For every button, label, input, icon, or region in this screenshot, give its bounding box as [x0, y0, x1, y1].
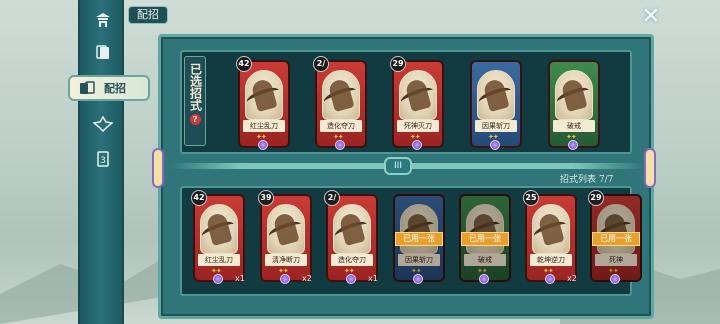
sidebar-item-scroll[interactable]: 3 [86, 145, 120, 173]
card-gem-icon [213, 274, 223, 284]
card-gem-icon [346, 274, 356, 284]
card-name: 红尘乱刀 [243, 120, 285, 132]
sidebar-item-loadout[interactable]: 配招 [68, 75, 150, 101]
sidebar-item-deck[interactable] [86, 38, 120, 66]
selected-card[interactable]: 破戒 ✦✦ [548, 60, 600, 148]
sidebar-item-pagoda[interactable] [86, 6, 120, 34]
card-gem-icon [610, 274, 620, 284]
card-name: 死神灭刀 [397, 120, 439, 132]
selected-card[interactable]: 红尘乱刀 ✦✦ [238, 60, 290, 148]
sidebar: 3 [78, 0, 124, 324]
used-badge: 已用一张 [395, 232, 443, 246]
card-gem-icon [412, 140, 422, 150]
card-count: x1 [368, 274, 378, 283]
scroll-card-icon: 3 [97, 151, 109, 167]
card-name: 造化夺刀 [331, 254, 373, 266]
card-cost-badge: 2/ [324, 190, 340, 206]
used-badge: 已用一张 [461, 232, 509, 246]
card-name: 破戒 [553, 120, 595, 132]
svg-text:3: 3 [100, 156, 106, 166]
card-cost-badge: 29 [588, 190, 604, 206]
card-name: 破戒 [464, 254, 506, 266]
selected-card[interactable]: 因果斩刀 ✦✦ [470, 60, 522, 148]
card-gem-icon [490, 140, 500, 150]
page-title: 配招 [128, 6, 168, 24]
card-cost-badge: 25 [523, 190, 539, 206]
selected-card[interactable]: 死神灭刀 ✦✦ [392, 60, 444, 148]
list-card[interactable]: 红尘乱刀 ✦✦ [193, 194, 245, 282]
card-cost-badge: 42 [191, 190, 207, 206]
card-cost-badge: 39 [258, 190, 274, 206]
card-count: x2 [567, 274, 577, 283]
list-card[interactable]: 造化夺刀 ✦✦ [326, 194, 378, 282]
card-gem-icon [413, 274, 423, 284]
selected-card[interactable]: 造化夺刀 ✦✦ [315, 60, 367, 148]
list-card[interactable]: 乾坤逆刀 ✦✦ [525, 194, 577, 282]
card-deck-icon [96, 45, 109, 59]
crest-icon [93, 116, 113, 132]
card-cost-badge: 42 [236, 56, 252, 72]
sidebar-item-label: 配招 [104, 82, 126, 95]
card-count: x1 [235, 274, 245, 283]
divider-tab[interactable]: III [384, 157, 412, 175]
card-name: 清净断刀 [265, 254, 307, 266]
close-button[interactable]: ✕ [640, 6, 662, 28]
frame-left-ornament [152, 148, 164, 188]
sidebar-item-crest[interactable] [86, 110, 120, 138]
frame-right-ornament [644, 148, 656, 188]
card-name: 造化夺刀 [320, 120, 362, 132]
card-gem-icon [258, 140, 268, 150]
card-count: x2 [302, 274, 312, 283]
card-hand-icon [80, 81, 95, 94]
used-badge: 已用一张 [592, 232, 640, 246]
card-gem-icon [280, 274, 290, 284]
card-name: 红尘乱刀 [198, 254, 240, 266]
card-gem-icon [479, 274, 489, 284]
selected-label-text: 已选招式 [188, 63, 203, 111]
card-name: 因果斩刀 [475, 120, 517, 132]
help-icon[interactable]: ? [189, 114, 201, 125]
list-card[interactable]: 清净断刀 ✦✦ [260, 194, 312, 282]
card-name: 因果斩刀 [398, 254, 440, 266]
close-icon: ✕ [641, 4, 661, 29]
card-gem-icon [335, 140, 345, 150]
selected-label: 已选招式 ? [184, 56, 206, 146]
card-name: 乾坤逆刀 [530, 254, 572, 266]
card-cost-badge: 29 [390, 56, 406, 72]
card-gem-icon [545, 274, 555, 284]
pagoda-icon [96, 13, 110, 27]
list-label: 招式列表 7/7 [560, 175, 614, 185]
card-cost-badge: 2/ [313, 56, 329, 72]
card-gem-icon [568, 140, 578, 150]
card-name: 死神 [595, 254, 637, 266]
